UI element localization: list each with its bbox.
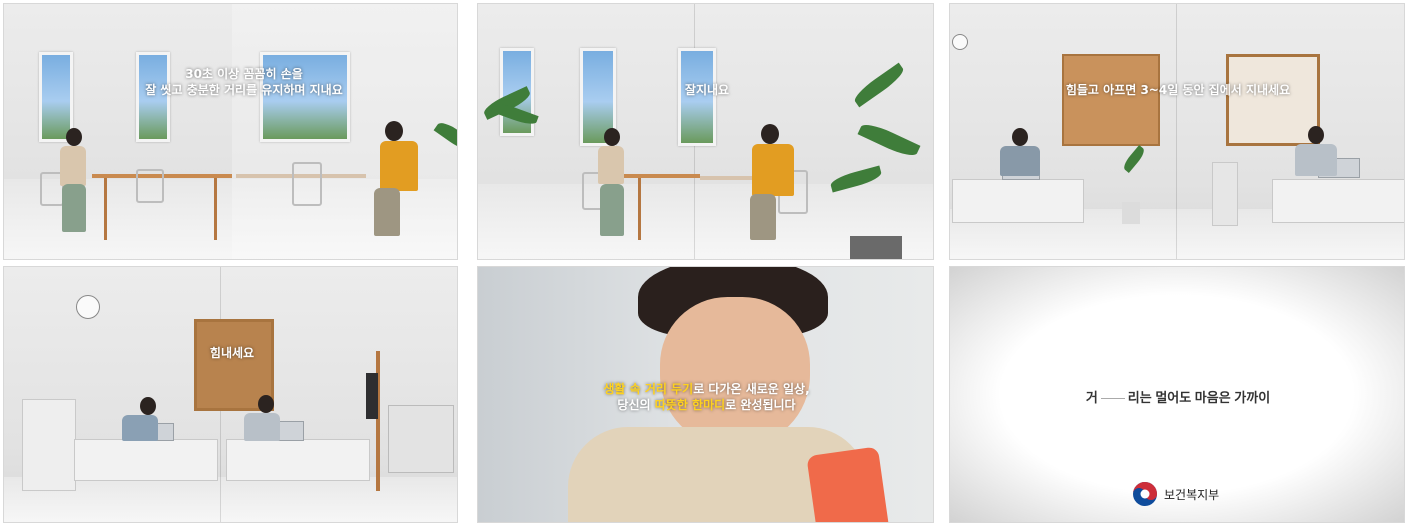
caption: 30초 이상 꼼꼼히 손을 잘 씻고 충분한 거리를 유지하며 지내요: [4, 66, 457, 98]
chair: [136, 169, 164, 203]
man-head: [1012, 128, 1028, 146]
frame-2: 잘지내요: [477, 3, 934, 260]
ministry-name: 보건복지부: [1164, 488, 1220, 502]
man-head: [761, 124, 779, 144]
office-desk: [74, 439, 218, 481]
woman-body: [598, 146, 624, 184]
woman-body: [60, 146, 86, 186]
caption-line-2: 당신의 따뜻한 한마디로 완성됩니다: [617, 398, 796, 412]
woman-head: [66, 128, 82, 146]
man-body: [244, 413, 280, 441]
caption-line-1: 30초 이상 꼼꼼히 손을: [185, 67, 303, 81]
taegeuk-logo-icon: [1133, 482, 1157, 506]
man-head: [385, 121, 403, 141]
caption-line-1: 잘지내요: [684, 83, 730, 97]
office-desk: [1272, 179, 1404, 223]
slogan-gap-line: [1100, 398, 1125, 400]
caption: 힘내세요: [182, 345, 282, 361]
frame-1: 30초 이상 꼼꼼히 손을 잘 씻고 충분한 거리를 유지하며 지내요: [3, 3, 458, 260]
man-body: [1000, 146, 1040, 176]
cabinet: [22, 399, 76, 491]
plant-pot: [1122, 202, 1140, 224]
plant-pot: [850, 236, 902, 259]
caption-line-1: 생활 속 거리 두기로 다가온 새로운 일상,: [603, 382, 810, 396]
plant-leaf: [857, 119, 921, 161]
clock-icon: [76, 295, 100, 319]
air-purifier: [1212, 162, 1238, 226]
caption: 잘지내요: [657, 82, 757, 98]
table-leg: [214, 178, 217, 240]
man-legs: [750, 194, 776, 240]
copier: [388, 405, 454, 473]
chair: [292, 162, 322, 206]
caption-line-1: 힘들고 아프면 3~4일 동안 집에서 지내세요: [1065, 83, 1291, 97]
man-body: [1295, 144, 1337, 176]
plant-leaf: [851, 62, 907, 108]
woman-legs: [62, 184, 86, 232]
caption-line-2: 잘 씻고 충분한 거리를 유지하며 지내요: [145, 83, 343, 97]
slogan: 거 리는 멀어도 마음은 가까이: [1085, 390, 1271, 405]
cork-board: [1062, 54, 1160, 146]
man-body: [122, 415, 158, 441]
frame-4: 힘내세요: [3, 266, 458, 523]
man-head: [140, 397, 156, 415]
clock-icon: [952, 34, 968, 50]
woman-head: [604, 128, 620, 146]
caption: 생활 속 거리 두기로 다가온 새로운 일상, 당신의 따뜻한 한마디로 완성됩…: [478, 381, 933, 413]
caption: 힘들고 아프면 3~4일 동안 집에서 지내세요: [950, 82, 1404, 98]
office-desk: [226, 439, 370, 481]
office-desk: [952, 179, 1084, 223]
man-head: [1308, 126, 1324, 144]
phone: [806, 446, 890, 522]
frame-3: 힘들고 아프면 3~4일 동안 집에서 지내세요: [949, 3, 1405, 260]
plant-leaf: [1121, 145, 1147, 173]
woman-face: [660, 297, 810, 447]
table-leg: [638, 178, 641, 240]
bookshelf: [1226, 54, 1320, 146]
man-body: [752, 144, 794, 196]
split-line: [1176, 4, 1177, 259]
man-body: [380, 141, 418, 191]
ministry-logo: 보건복지부: [1132, 481, 1232, 507]
caption-line-1: 힘내세요: [209, 346, 255, 360]
woman-legs: [600, 184, 624, 236]
man-head: [258, 395, 274, 413]
hanging-coat: [366, 373, 378, 419]
coat-rack: [376, 351, 380, 491]
frame-5: 생활 속 거리 두기로 다가온 새로운 일상, 당신의 따뜻한 한마디로 완성됩…: [477, 266, 934, 523]
man-legs: [374, 188, 400, 236]
table-leg: [104, 178, 107, 240]
frame-6: 거 리는 멀어도 마음은 가까이 보건복지부: [949, 266, 1405, 523]
